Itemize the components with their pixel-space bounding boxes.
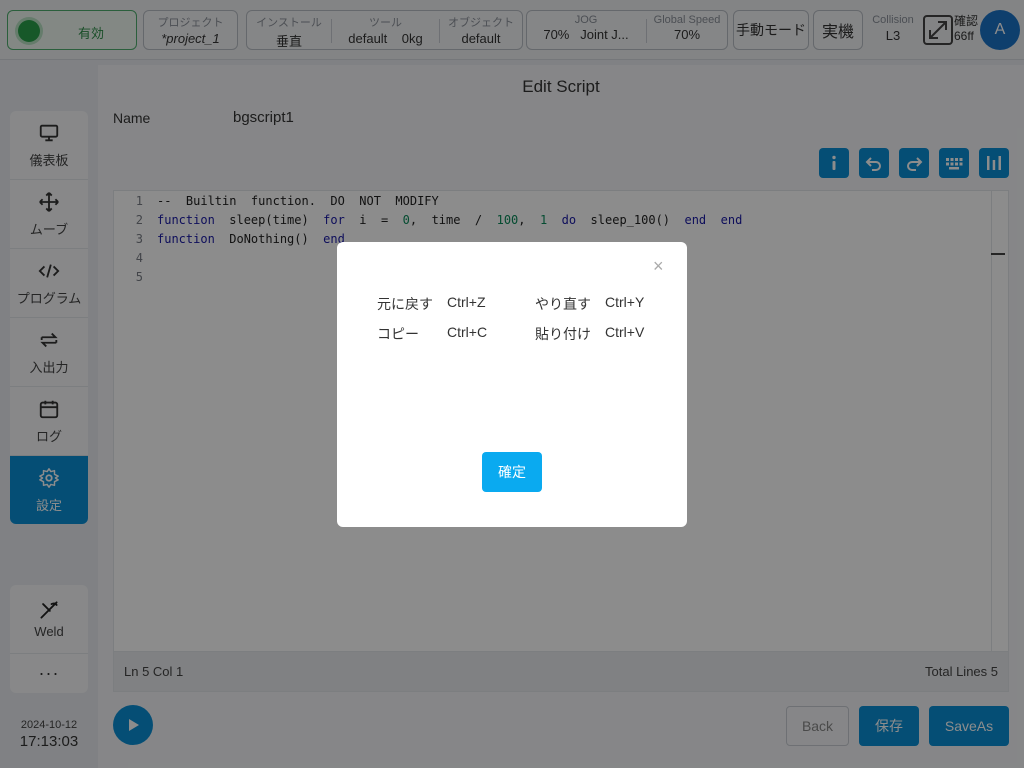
shortcut-help-dialog: × 元に戻す Ctrl+Z やり直す Ctrl+Y コピー Ctrl+C 貼り付… — [337, 242, 687, 527]
redo-shortcut-key: Ctrl+Y — [605, 294, 645, 310]
paste-shortcut-key: Ctrl+V — [605, 324, 645, 340]
undo-shortcut-key: Ctrl+Z — [447, 294, 486, 310]
copy-shortcut-label: コピー — [377, 326, 419, 342]
paste-shortcut-label: 貼り付け — [535, 326, 591, 342]
redo-shortcut-label: やり直す — [535, 296, 591, 312]
confirm-button[interactable]: 確定 — [482, 452, 542, 492]
close-icon[interactable]: × — [653, 256, 664, 277]
copy-shortcut-key: Ctrl+C — [447, 324, 488, 340]
undo-shortcut-label: 元に戻す — [377, 296, 433, 312]
